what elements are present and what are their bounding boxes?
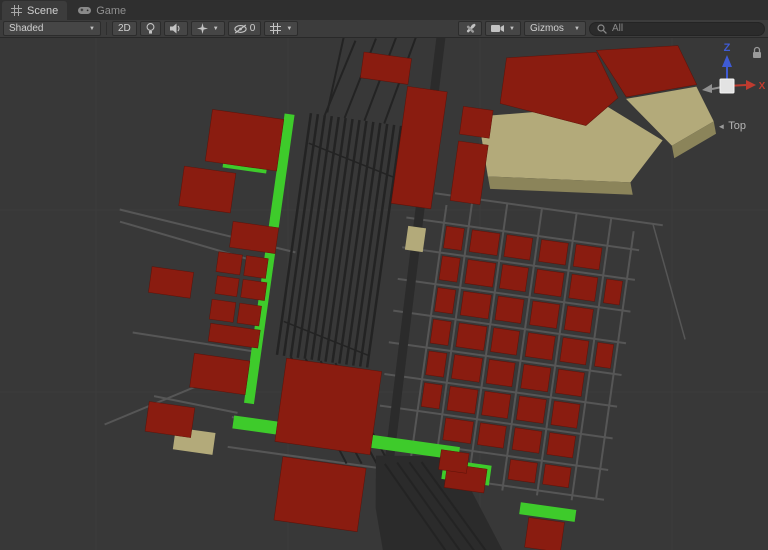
dropdown-arrow-icon: ▼ [89,25,95,32]
scene-toolbar: Shaded ▼ 2D ▼ 0 ▼ ▼ Gizmos ▼ All [0,20,768,38]
camera-icon [491,25,505,32]
shading-mode-label: Shaded [9,23,44,34]
search-filter-value: All [612,23,624,34]
light-bulb-icon [146,22,155,34]
search-icon [597,23,607,34]
lighting-toggle-button[interactable] [139,21,161,36]
hidden-objects-toggle[interactable]: 0 [227,21,262,36]
hidden-objects-count: 0 [249,23,256,34]
grid-settings-icon [270,23,282,34]
gizmo-cube[interactable] [719,78,735,94]
game-controller-icon [78,7,92,14]
audio-speaker-icon [169,23,180,34]
lock-icon[interactable] [751,46,763,59]
tab-scene-label: Scene [27,4,59,17]
grid-settings-dropdown[interactable]: ▼ [264,21,299,36]
shading-mode-dropdown[interactable]: Shaded ▼ [3,21,101,36]
2d-toggle-label: 2D [118,23,131,34]
axis-z-label: Z [724,42,731,54]
view-name: Top [728,120,746,132]
scene-viewport[interactable]: Z X ◄ Top [0,38,768,550]
scene-render [0,38,768,550]
tab-scene[interactable]: Scene [2,1,68,20]
gizmos-label: Gizmos [530,23,564,34]
scene-search-field[interactable]: All [589,21,765,36]
dropdown-arrow-icon: ▼ [574,25,580,32]
visibility-off-icon [234,24,247,33]
dropdown-arrow-icon: ▼ [286,25,293,32]
axis-x-label: X [759,81,766,92]
tab-bar: Scene Game [0,0,768,20]
camera-settings-button[interactable]: ▼ [485,21,521,36]
2d-toggle-button[interactable]: 2D [112,21,137,36]
audio-toggle-button[interactable] [163,21,188,36]
scene-grid-icon [11,5,22,16]
unity-editor-window: Scene Game Shaded ▼ 2D ▼ 0 ▼ ▼ Gizmos ▼ … [0,0,768,550]
effects-dropdown-button[interactable]: ▼ [190,21,225,36]
view-angle-label[interactable]: ◄ Top [717,120,746,132]
effects-sparkle-icon [196,23,208,34]
tab-game-label: Game [96,4,127,17]
toolbar-separator [106,22,107,35]
dropdown-arrow-icon: ▼ [212,25,219,32]
gizmos-dropdown[interactable]: Gizmos ▼ [524,21,586,36]
wrench-tools-icon [466,23,476,33]
view-arrow-icon: ◄ [717,121,726,131]
tab-game[interactable]: Game [69,1,135,20]
dropdown-arrow-icon: ▼ [509,25,515,32]
tools-button[interactable] [458,21,483,36]
